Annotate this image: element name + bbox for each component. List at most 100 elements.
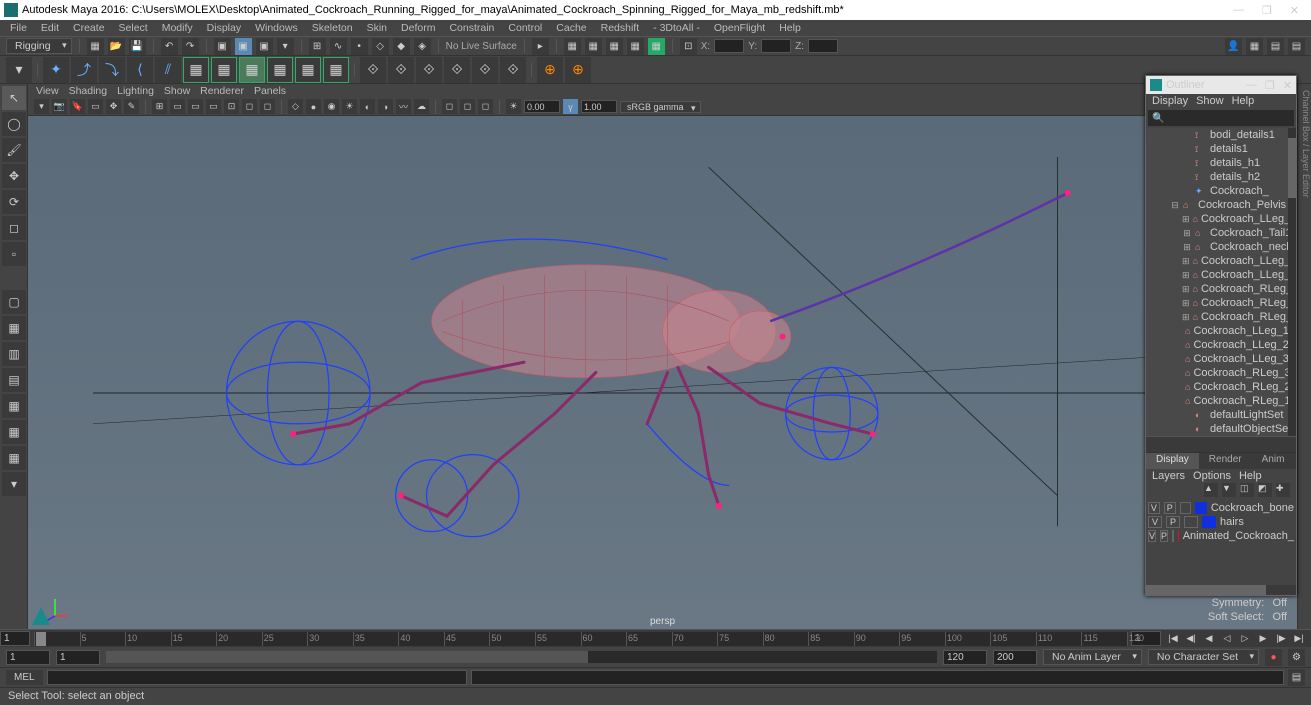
bookmark-icon[interactable]: 🔖 [70, 99, 85, 114]
menu-control[interactable]: Control [502, 21, 548, 35]
grease-pencil-icon[interactable]: ✎ [124, 99, 139, 114]
outliner-item[interactable]: ⊞⌂Cockroach_LLeg_3_1 [1146, 268, 1296, 282]
layer-row[interactable]: VPCockroach_bone [1148, 501, 1294, 515]
right-sidebar-label[interactable]: Channel Box / Layer Editor [1297, 84, 1311, 629]
outliner-item[interactable]: ✦Cockroach_ [1146, 184, 1296, 198]
hardware-fog-icon[interactable]: ☁ [414, 99, 429, 114]
outliner-tree[interactable]: ⟟bodi_details1⟟details1⟟details_h1⟟detai… [1146, 128, 1296, 436]
outliner-menu-show[interactable]: Show [1196, 95, 1224, 107]
menu-constrain[interactable]: Constrain [443, 21, 500, 35]
layer-selected-icon[interactable]: ◩ [1258, 483, 1272, 497]
outliner-item[interactable]: ⌂Cockroach_LLeg_3_Platform [1146, 352, 1296, 366]
outliner-item[interactable]: ⌂Cockroach_RLeg_1_Platform [1146, 394, 1296, 408]
outliner-minimize-icon[interactable]: — [1246, 79, 1257, 92]
insert-joint-icon[interactable]: ⟨ [127, 57, 153, 83]
snap-view-icon[interactable]: ◈ [414, 38, 431, 55]
ik-spline-icon[interactable]: ⤵ [99, 57, 125, 83]
outliner-titlebar[interactable]: Outliner — ❐ ✕ [1146, 76, 1296, 94]
safe-title-icon[interactable]: ◻ [260, 99, 275, 114]
layer-tab-anim[interactable]: Anim [1252, 453, 1295, 469]
menu-windows[interactable]: Windows [249, 21, 304, 35]
step-back-key-icon[interactable]: ◀| [1183, 632, 1199, 646]
menu-create[interactable]: Create [67, 21, 111, 35]
outliner-item[interactable]: ⊟⌂Cockroach_Pelvis [1146, 198, 1296, 212]
snap-curve-icon[interactable]: ∿ [330, 38, 347, 55]
menu-modify[interactable]: Modify [156, 21, 199, 35]
outliner-item[interactable]: ⊞⌂Cockroach_RLeg_2_1 [1146, 296, 1296, 310]
range-start-field[interactable] [56, 650, 100, 665]
paint-select-tool[interactable]: 🖌 [2, 138, 26, 162]
play-forward-icon[interactable]: ▷ [1237, 632, 1253, 646]
panel-menu-panels[interactable]: Panels [254, 85, 286, 97]
new-scene-icon[interactable]: ▦ [87, 38, 104, 55]
menu-skin[interactable]: Skin [361, 21, 393, 35]
panel-menu-show[interactable]: Show [164, 85, 190, 97]
layout-four-icon[interactable]: ▦ [2, 316, 26, 340]
outliner-item[interactable]: ⟟details_h1 [1146, 156, 1296, 170]
menu-cache[interactable]: Cache [550, 21, 592, 35]
menu-dtoall[interactable]: - 3DtoAll - [647, 21, 706, 35]
sel-mode-hierarchy-icon[interactable]: ▣ [214, 38, 231, 55]
layout-persp-icon[interactable]: ▦ [2, 446, 26, 470]
constraint-point-icon[interactable]: ⟐ [388, 57, 414, 83]
select-camera-icon[interactable]: ▾ [34, 99, 49, 114]
outliner-item[interactable]: ⟟details_h2 [1146, 170, 1296, 184]
mirror-joint-icon[interactable]: ⫽ [155, 57, 181, 83]
interactive-bind-icon[interactable]: ▦ [267, 57, 293, 83]
menu-deform[interactable]: Deform [395, 21, 441, 35]
2d-pan-icon[interactable]: ✥ [106, 99, 121, 114]
layer-hscroll[interactable] [1146, 585, 1296, 595]
outliner-item[interactable]: ⌂Cockroach_RLeg_2_Platform [1146, 380, 1296, 394]
constraint-orient-icon[interactable]: ⟐ [416, 57, 442, 83]
modeling-toolkit-icon[interactable]: ▦ [1246, 38, 1263, 55]
smooth-shade-icon[interactable]: ● [306, 99, 321, 114]
panel-menu-lighting[interactable]: Lighting [117, 85, 154, 97]
paint-weights-icon[interactable]: ▦ [239, 57, 265, 83]
hik-create-icon[interactable]: ⊕ [537, 57, 563, 83]
outliner-maximize-icon[interactable]: ❐ [1265, 79, 1275, 92]
outliner-item[interactable]: ⊞⌂Cockroach_LLeg_2_1 [1146, 254, 1296, 268]
step-forward-key-icon[interactable]: |▶ [1273, 632, 1289, 646]
layout-custom-icon[interactable]: ▾ [2, 472, 26, 496]
close-button[interactable]: ✕ [1290, 4, 1299, 17]
go-end-icon[interactable]: ▶| [1291, 632, 1307, 646]
layer-menu-layers[interactable]: Layers [1152, 470, 1185, 482]
layer-new-icon[interactable]: ✚ [1276, 483, 1290, 497]
menu-skeleton[interactable]: Skeleton [306, 21, 359, 35]
camera-icon[interactable]: 📷 [52, 99, 67, 114]
constraint-parent-icon[interactable]: ⟐ [360, 57, 386, 83]
hik-edit-icon[interactable]: ⊕ [565, 57, 591, 83]
select-tool[interactable]: ↖ [2, 86, 26, 110]
snap-point-icon[interactable]: • [351, 38, 368, 55]
constraint-scale-icon[interactable]: ⟐ [444, 57, 470, 83]
render-frame-icon[interactable]: ▦ [564, 38, 581, 55]
layout-three-icon[interactable]: ▦ [2, 394, 26, 418]
safe-action-icon[interactable]: ◻ [242, 99, 257, 114]
sel-mask-icon[interactable]: ▾ [277, 38, 294, 55]
outliner-item[interactable]: ⊞⌂Cockroach_RLeg_1_1 [1146, 310, 1296, 324]
panel-menu-renderer[interactable]: Renderer [200, 85, 244, 97]
prefs-icon[interactable]: ⚙ [1288, 649, 1305, 666]
move-tool[interactable]: ✥ [2, 164, 26, 188]
outliner-item[interactable]: ◐defaultLightSet [1146, 408, 1296, 422]
joint-tool-icon[interactable]: ✦ [43, 57, 69, 83]
save-scene-icon[interactable]: 💾 [129, 38, 146, 55]
layout-single-icon[interactable]: ▢ [2, 290, 26, 314]
field-chart-icon[interactable]: ⊡ [224, 99, 239, 114]
range-slider[interactable] [106, 651, 937, 663]
snap-live-icon[interactable]: ◆ [393, 38, 410, 55]
channel-box-icon[interactable]: ▤ [1288, 38, 1305, 55]
script-editor-icon[interactable]: ▤ [1288, 669, 1305, 686]
menu-display[interactable]: Display [201, 21, 247, 35]
sel-mode-object-icon[interactable]: ▣ [235, 38, 252, 55]
maximize-button[interactable]: ❐ [1262, 4, 1272, 17]
go-start-icon[interactable]: |◀ [1165, 632, 1181, 646]
gamma-field[interactable] [581, 100, 617, 113]
textured-icon[interactable]: ◉ [324, 99, 339, 114]
step-back-icon[interactable]: ◀ [1201, 632, 1217, 646]
layer-menu-help[interactable]: Help [1239, 470, 1262, 482]
grid-icon[interactable]: ⊞ [152, 99, 167, 114]
panel-menu-view[interactable]: View [36, 85, 59, 97]
outliner-item[interactable]: ⊞⌂Cockroach_LLeg_1_1 [1146, 212, 1296, 226]
anim-layer-dropdown[interactable]: No Anim Layer [1043, 649, 1142, 665]
